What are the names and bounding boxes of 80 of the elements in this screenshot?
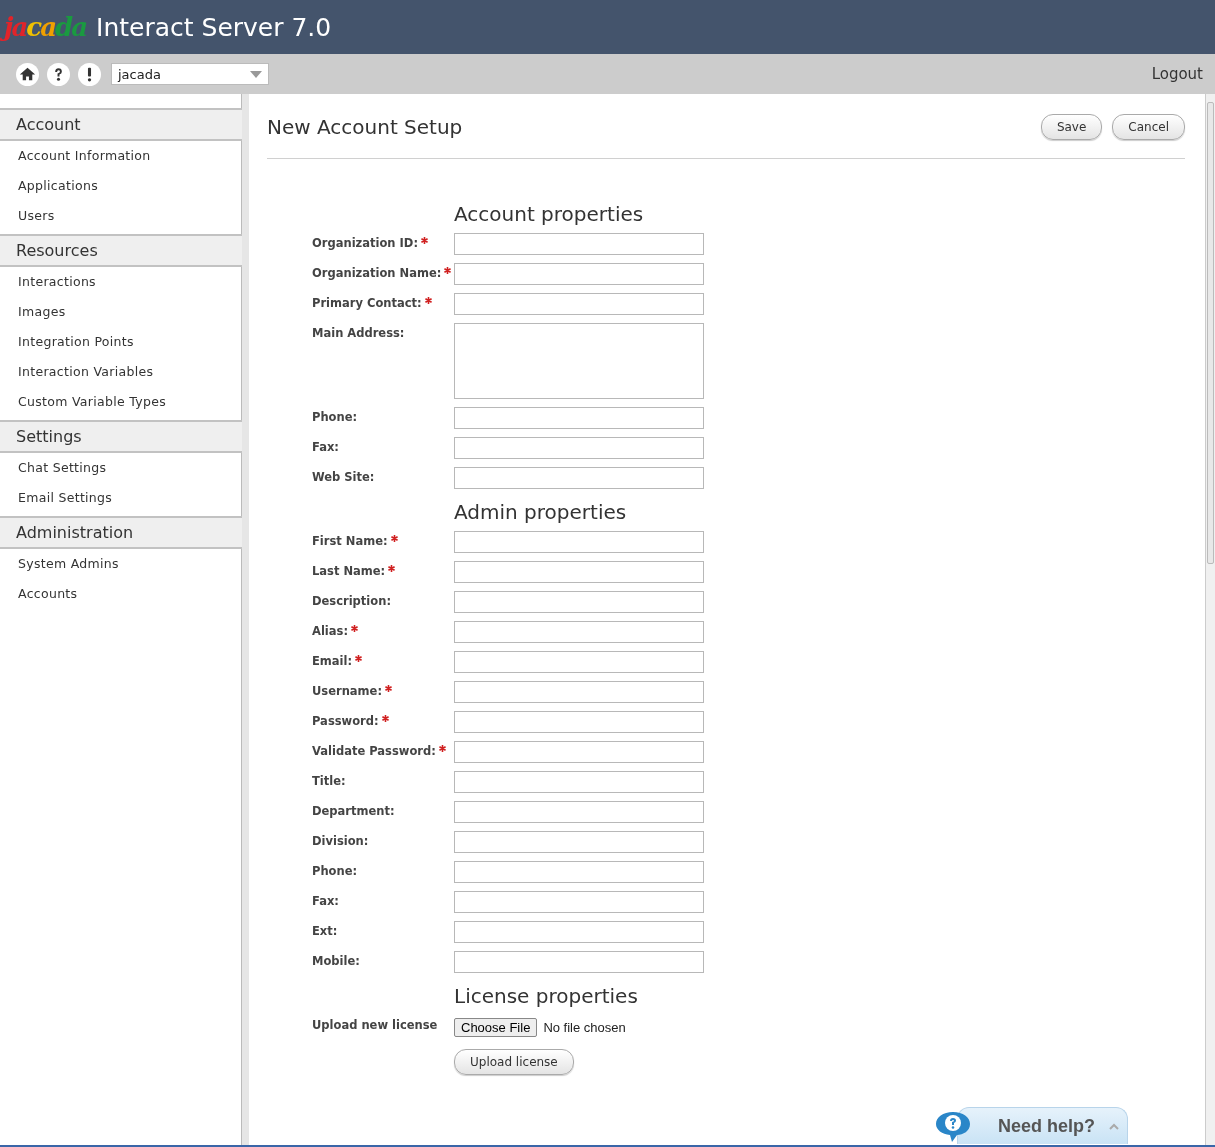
- input-field[interactable]: [454, 561, 704, 583]
- app-title: Interact Server 7.0: [96, 12, 332, 42]
- field-label: Department:: [312, 804, 395, 818]
- save-button[interactable]: Save: [1040, 113, 1103, 140]
- field-label: Alias:: [312, 624, 348, 638]
- field-label: Main Address:: [312, 326, 405, 340]
- input-field[interactable]: [454, 921, 704, 943]
- nav-item[interactable]: Interaction Variables: [0, 360, 242, 390]
- field-label: Upload new license: [312, 1018, 438, 1032]
- input-field[interactable]: [454, 771, 704, 793]
- section-title: Account properties: [454, 201, 645, 228]
- field-label: First Name:: [312, 534, 388, 548]
- field-label: Primary Contact:: [312, 296, 422, 310]
- nav-item[interactable]: Chat Settings: [0, 456, 242, 486]
- section-title: Admin properties: [454, 499, 628, 526]
- nav-item[interactable]: Accounts: [0, 582, 242, 612]
- field-label: Description:: [312, 594, 391, 608]
- nav-section-header: Administration: [0, 516, 242, 549]
- alert-icon[interactable]: [78, 62, 101, 86]
- field-label: Email:: [312, 654, 353, 668]
- page-title: New Account Setup: [267, 114, 463, 139]
- choose-file-button[interactable]: Choose File: [454, 1018, 538, 1037]
- input-field[interactable]: [454, 951, 704, 973]
- nav-item[interactable]: Users: [0, 204, 242, 234]
- nav-item[interactable]: Applications: [0, 174, 242, 204]
- input-field[interactable]: [454, 891, 704, 913]
- nav-item[interactable]: Interactions: [0, 270, 242, 300]
- nav-section-header: Resources: [0, 234, 242, 267]
- nav-item[interactable]: Account Information: [0, 144, 242, 174]
- input-field[interactable]: [454, 233, 704, 255]
- input-field[interactable]: [454, 407, 704, 429]
- password-field[interactable]: [454, 711, 704, 733]
- nav-item[interactable]: Images: [0, 300, 242, 330]
- nav-section-header: Account: [0, 108, 242, 141]
- input-field[interactable]: [454, 263, 704, 285]
- nav-section-header: Settings: [0, 420, 242, 453]
- need-help-tab[interactable]: Need help?: [957, 1107, 1128, 1144]
- field-label: Organization Name:: [312, 266, 442, 280]
- input-field[interactable]: [454, 681, 704, 703]
- field-label: Mobile:: [312, 954, 360, 968]
- field-label: Division:: [312, 834, 369, 848]
- help-icon[interactable]: [47, 62, 70, 86]
- home-icon[interactable]: [16, 62, 39, 86]
- address-field[interactable]: [454, 323, 704, 399]
- input-field[interactable]: [454, 801, 704, 823]
- field-label: Web Site:: [312, 470, 375, 484]
- input-field[interactable]: [454, 293, 704, 315]
- field-label: Title:: [312, 774, 346, 788]
- nav-item[interactable]: Custom Variable Types: [0, 390, 242, 420]
- field-label: Fax:: [312, 440, 339, 454]
- input-field[interactable]: [454, 651, 704, 673]
- field-label: Password:: [312, 714, 379, 728]
- file-status: No file chosen: [543, 1020, 626, 1035]
- field-label: Ext:: [312, 924, 338, 938]
- password-field[interactable]: [454, 741, 704, 763]
- field-label: Phone:: [312, 864, 358, 878]
- input-field[interactable]: [454, 831, 704, 853]
- account-select[interactable]: jacada: [111, 63, 269, 85]
- nav-item[interactable]: Email Settings: [0, 486, 242, 516]
- nav-item[interactable]: System Admins: [0, 552, 242, 582]
- input-field[interactable]: [454, 467, 704, 489]
- field-label: Validate Password:: [312, 744, 436, 758]
- input-field[interactable]: [454, 861, 704, 883]
- logout-link[interactable]: Logout: [1151, 65, 1203, 83]
- cancel-button[interactable]: Cancel: [1112, 113, 1185, 140]
- nav-item[interactable]: Integration Points: [0, 330, 242, 360]
- scrollbar[interactable]: [1205, 94, 1215, 1145]
- field-label: Fax:: [312, 894, 339, 908]
- caret-icon: [250, 70, 262, 78]
- field-label: Username:: [312, 684, 382, 698]
- chevron-up-icon: [1109, 1122, 1119, 1130]
- input-field[interactable]: [454, 437, 704, 459]
- field-label: Organization ID:: [312, 236, 418, 250]
- field-label: Phone:: [312, 410, 358, 424]
- field-label: Last Name:: [312, 564, 386, 578]
- input-field[interactable]: [454, 591, 704, 613]
- input-field[interactable]: [454, 621, 704, 643]
- section-title: License properties: [454, 983, 639, 1010]
- upload-license-button[interactable]: Upload license: [454, 1049, 574, 1075]
- input-field[interactable]: [454, 531, 704, 553]
